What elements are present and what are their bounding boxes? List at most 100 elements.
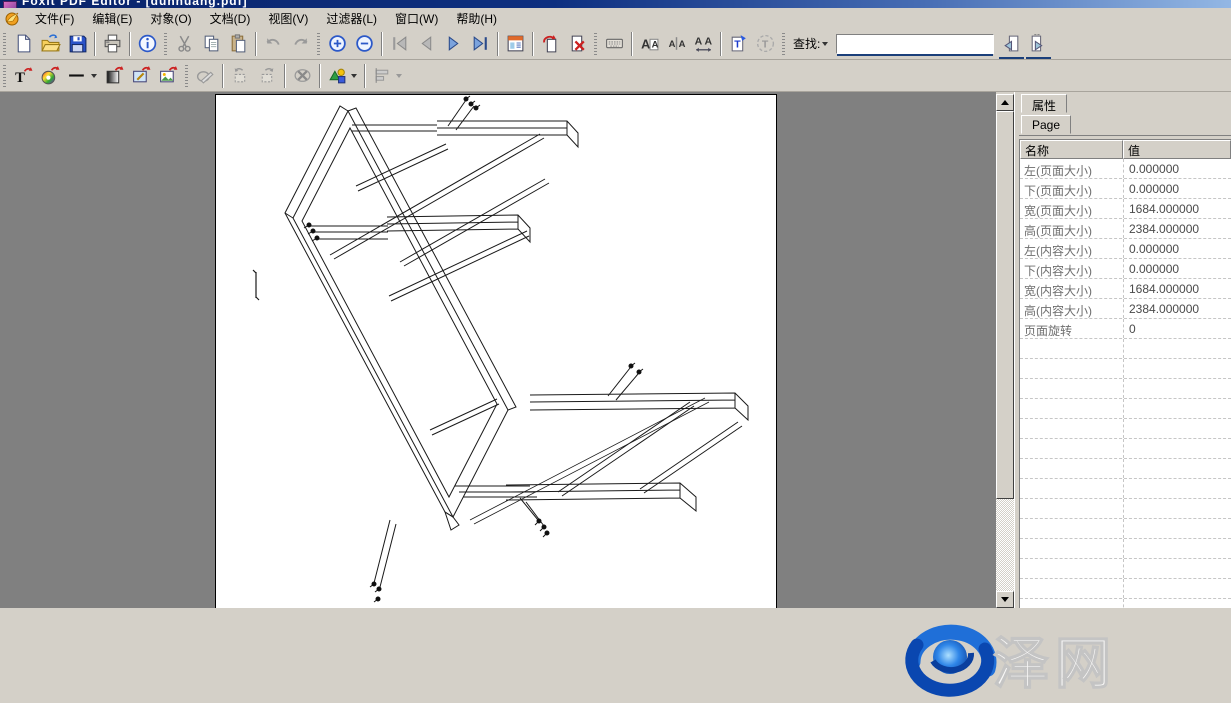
char-spacing-button[interactable]: AA — [690, 30, 717, 57]
paste-button[interactable] — [225, 30, 252, 57]
cut-button[interactable] — [171, 30, 198, 57]
toolbar-grip[interactable] — [782, 33, 785, 55]
last-page-button[interactable] — [467, 30, 494, 57]
shapes-button[interactable] — [324, 62, 351, 89]
property-value[interactable]: 0 — [1123, 319, 1231, 338]
property-name[interactable]: 页面旋转 — [1020, 319, 1123, 338]
menu-window[interactable]: 窗口(W) — [386, 8, 447, 29]
insert-text-button[interactable]: T — [725, 30, 752, 57]
column-header-value[interactable]: 值 — [1123, 140, 1231, 159]
rotate-right-button[interactable] — [254, 62, 281, 89]
toolbar-grip[interactable] — [3, 33, 6, 55]
find-prev-button[interactable] — [998, 30, 1025, 57]
menu-edit[interactable]: 编辑(E) — [83, 8, 141, 29]
find-dropdown-arrow[interactable] — [822, 42, 828, 46]
menu-help[interactable]: 帮助(H) — [447, 8, 506, 29]
add-color-button[interactable] — [37, 62, 64, 89]
property-value[interactable]: 2384.000000 — [1123, 299, 1231, 318]
info-button[interactable] — [134, 30, 161, 57]
zoom-out-button[interactable] — [351, 30, 378, 57]
table-row: 下(页面大小)0.000000 — [1020, 179, 1231, 199]
touchup-object-button[interactable] — [192, 62, 219, 89]
open-folder-icon — [40, 33, 61, 54]
add-shading-button[interactable] — [101, 62, 128, 89]
property-value[interactable]: 0.000000 — [1123, 159, 1231, 178]
new-file-button[interactable] — [10, 30, 37, 57]
document-canvas[interactable] — [0, 92, 996, 608]
rotate-left-button[interactable] — [227, 62, 254, 89]
page-layout-button[interactable] — [502, 30, 529, 57]
property-name[interactable]: 宽(内容大小) — [1020, 279, 1123, 298]
menu-object[interactable]: 对象(O) — [141, 8, 200, 29]
property-value[interactable]: 1684.000000 — [1123, 279, 1231, 298]
table-row: 宽(内容大小)1684.000000 — [1020, 279, 1231, 299]
toolbar-grip[interactable] — [3, 65, 6, 87]
scrollbar-thumb[interactable] — [996, 111, 1014, 499]
print-button[interactable] — [99, 30, 126, 57]
line-style-button[interactable] — [64, 62, 91, 89]
add-image-button[interactable] — [155, 62, 182, 89]
property-name[interactable]: 下(内容大小) — [1020, 259, 1123, 278]
scroll-up-button[interactable] — [996, 94, 1014, 111]
save-button[interactable] — [64, 30, 91, 57]
text-circle-button[interactable]: T — [752, 30, 779, 57]
property-value[interactable]: 2384.000000 — [1123, 219, 1231, 238]
column-header-name[interactable]: 名称 — [1020, 140, 1123, 159]
edit-image-button[interactable] — [128, 62, 155, 89]
property-name[interactable]: 高(内容大小) — [1020, 299, 1123, 318]
insert-page-button[interactable] — [537, 30, 564, 57]
find-next-button[interactable] — [1025, 30, 1052, 57]
font-replace-button[interactable]: AA — [636, 30, 663, 57]
toolbar-grip[interactable] — [317, 33, 320, 55]
open-file-button[interactable] — [37, 30, 64, 57]
prev-page-button[interactable] — [413, 30, 440, 57]
table-row-empty — [1020, 359, 1231, 379]
delete-object-button[interactable] — [289, 62, 316, 89]
property-value[interactable]: 0.000000 — [1123, 179, 1231, 198]
menu-file[interactable]: 文件(F) — [26, 8, 83, 29]
pdf-page[interactable] — [215, 94, 777, 608]
property-value[interactable]: 0.000000 — [1123, 259, 1231, 278]
vertical-scrollbar[interactable] — [996, 94, 1014, 608]
toolbar-separator — [364, 64, 366, 88]
toolbar-grip[interactable] — [594, 33, 597, 55]
menu-filter[interactable]: 过滤器(L) — [317, 8, 386, 29]
delete-page-button[interactable] — [564, 30, 591, 57]
shapes-dropdown-arrow[interactable] — [351, 74, 357, 78]
printer-icon — [102, 33, 123, 54]
next-page-button[interactable] — [440, 30, 467, 57]
paste-icon — [228, 33, 249, 54]
touchup-icon — [195, 65, 216, 86]
zoom-in-button[interactable] — [324, 30, 351, 57]
scroll-down-button[interactable] — [996, 591, 1014, 608]
property-name[interactable]: 左(页面大小) — [1020, 159, 1123, 178]
undo-button[interactable] — [260, 30, 287, 57]
toolbar-separator — [255, 32, 257, 56]
menu-document[interactable]: 文档(D) — [201, 8, 260, 29]
property-value[interactable]: 1684.000000 — [1123, 199, 1231, 218]
first-page-button[interactable] — [386, 30, 413, 57]
properties-tab[interactable]: 属性 — [1021, 94, 1067, 113]
copy-button[interactable] — [198, 30, 225, 57]
svg-text:T: T — [762, 39, 769, 51]
line-style-dropdown-arrow[interactable] — [91, 74, 97, 78]
add-text-button[interactable]: T — [10, 62, 37, 89]
keyboard-button[interactable] — [601, 30, 628, 57]
toolbar-grip[interactable] — [164, 33, 167, 55]
property-name[interactable]: 高(页面大小) — [1020, 219, 1123, 238]
property-value[interactable]: 0.000000 — [1123, 239, 1231, 258]
save-floppy-icon — [67, 33, 88, 54]
find-input[interactable] — [836, 34, 994, 54]
align-button[interactable] — [369, 62, 396, 89]
property-name[interactable]: 下(页面大小) — [1020, 179, 1123, 198]
table-body: 左(页面大小)0.000000 下(页面大小)0.000000 宽(页面大小)1… — [1020, 159, 1231, 339]
align-icon — [372, 65, 393, 86]
font-size-button[interactable]: AA — [663, 30, 690, 57]
property-name[interactable]: 宽(页面大小) — [1020, 199, 1123, 218]
toolbar-grip[interactable] — [185, 65, 188, 87]
redo-button[interactable] — [287, 30, 314, 57]
align-dropdown-arrow[interactable] — [396, 74, 402, 78]
property-name[interactable]: 左(内容大小) — [1020, 239, 1123, 258]
menu-view[interactable]: 视图(V) — [259, 8, 317, 29]
tab-page[interactable]: Page — [1021, 115, 1071, 134]
